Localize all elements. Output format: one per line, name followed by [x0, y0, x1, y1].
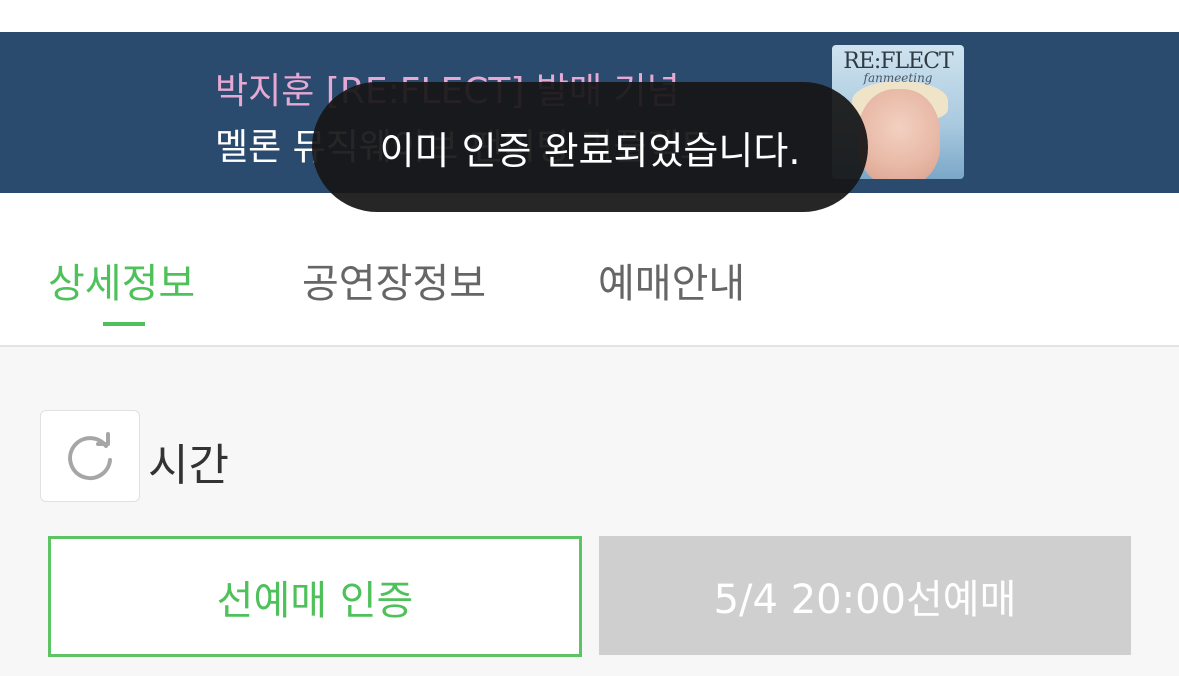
schedule-section: 공연 시간 선예매 인증 5/4 20:00선예매: [0, 347, 1179, 676]
page: 박지훈 [RE:FLECT] 발매 기념 멜론 뮤직웨이브 팬미팅 리플렉트 R…: [0, 0, 1179, 676]
section-title-time: 시간: [148, 440, 229, 491]
active-tab-indicator: [103, 322, 145, 326]
tab-bar: 상세정보 공연장정보 예매안내: [0, 193, 1179, 345]
album-art-face: [858, 89, 940, 179]
presale-auth-button[interactable]: 선예매 인증: [48, 536, 582, 657]
album-subtitle: fanmeeting: [863, 71, 933, 85]
toast-message: 이미 인증 완료되었습니다.: [312, 82, 868, 212]
top-strip: [0, 0, 1179, 32]
tab-details[interactable]: 상세정보: [48, 251, 195, 309]
presale-time-button: 5/4 20:00선예매: [599, 536, 1131, 655]
tab-booking-guide[interactable]: 예매안내: [598, 251, 745, 309]
refresh-button[interactable]: [40, 410, 140, 502]
tab-venue-info[interactable]: 공연장정보: [302, 251, 486, 309]
refresh-icon: [68, 432, 112, 481]
